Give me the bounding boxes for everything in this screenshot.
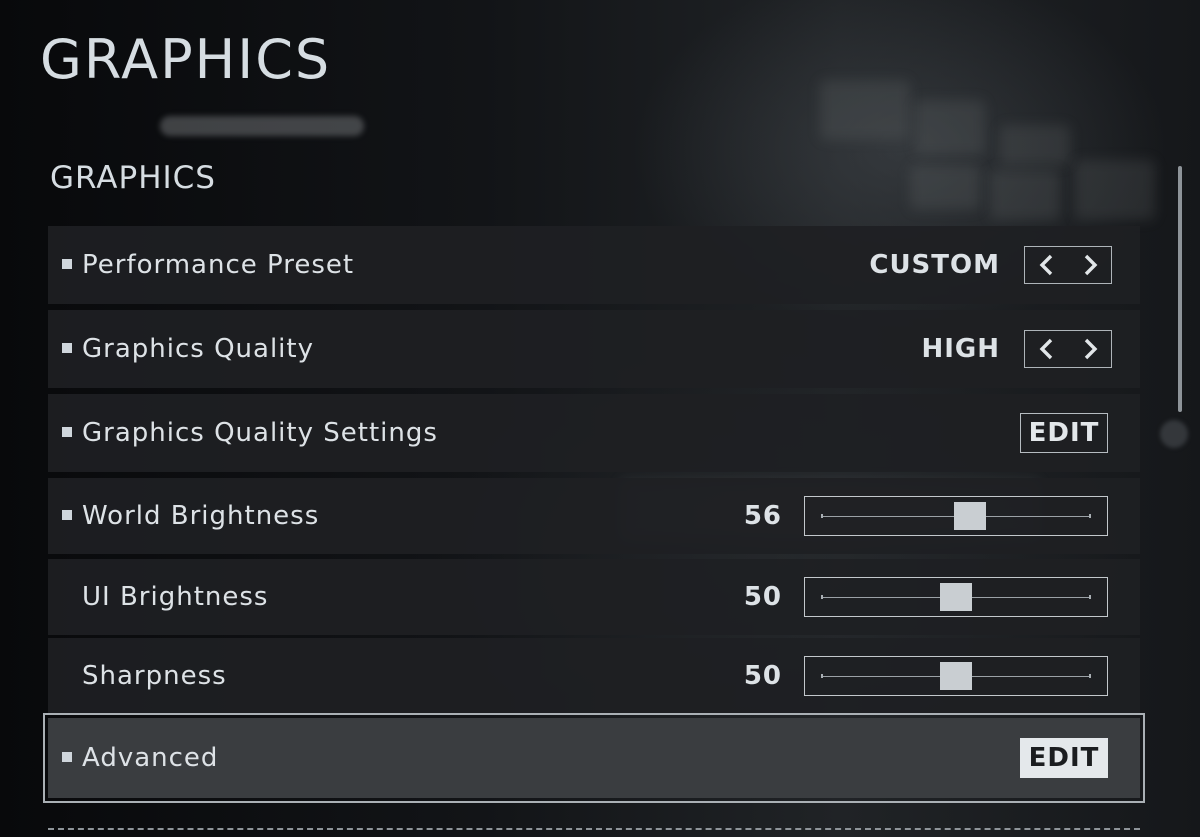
slider-tick xyxy=(1089,674,1091,678)
section-divider xyxy=(48,828,1140,830)
setting-row-performance-preset[interactable]: Performance Preset CUSTOM xyxy=(48,226,1140,304)
setting-label: Advanced xyxy=(82,743,219,773)
setting-value: 50 xyxy=(743,661,782,691)
background-blur xyxy=(820,80,910,140)
setting-label: Sharpness xyxy=(82,661,227,691)
chevron-right-icon[interactable] xyxy=(1075,334,1105,364)
slider-thumb[interactable] xyxy=(940,662,972,690)
setting-row-graphics-quality-settings[interactable]: Graphics Quality Settings EDIT xyxy=(48,394,1140,472)
background-blur xyxy=(1160,420,1188,448)
world-brightness-slider[interactable] xyxy=(804,496,1108,536)
sharpness-slider[interactable] xyxy=(804,656,1108,696)
setting-label: Performance Preset xyxy=(82,250,355,280)
slider-tick xyxy=(1089,595,1091,599)
setting-value: 56 xyxy=(743,501,782,531)
page-title: GRAPHICS xyxy=(40,28,332,91)
quality-selector xyxy=(1024,330,1112,368)
background-blur xyxy=(910,165,980,210)
chevron-right-icon[interactable] xyxy=(1075,250,1105,280)
setting-row-world-brightness[interactable]: World Brightness 56 xyxy=(48,478,1140,554)
title-underline xyxy=(160,116,364,136)
setting-value: 50 xyxy=(743,582,782,612)
bullet-icon xyxy=(62,510,72,520)
bullet-icon xyxy=(62,259,72,269)
slider-thumb[interactable] xyxy=(954,502,987,530)
background-blur xyxy=(990,170,1060,220)
setting-label: Graphics Quality xyxy=(82,334,314,364)
graphics-settings-screen: GRAPHICS GRAPHICS Performance Preset CUS… xyxy=(0,0,1200,837)
section-title: GRAPHICS xyxy=(50,160,216,196)
ui-brightness-slider[interactable] xyxy=(804,577,1108,617)
slider-tick xyxy=(821,674,823,678)
slider-thumb[interactable] xyxy=(940,583,972,611)
setting-label: World Brightness xyxy=(82,501,320,531)
background-blur xyxy=(915,100,985,155)
setting-row-graphics-quality[interactable]: Graphics Quality HIGH xyxy=(48,310,1140,388)
background-blur xyxy=(1000,125,1070,165)
setting-label: UI Brightness xyxy=(82,582,269,612)
bullet-icon xyxy=(62,427,72,437)
bullet-icon xyxy=(62,343,72,353)
chevron-left-icon[interactable] xyxy=(1032,250,1062,280)
setting-row-advanced[interactable]: Advanced EDIT xyxy=(43,713,1145,803)
edit-button[interactable]: EDIT xyxy=(1020,413,1108,453)
setting-row-ui-brightness[interactable]: UI Brightness 50 xyxy=(48,559,1140,635)
chevron-left-icon[interactable] xyxy=(1032,334,1062,364)
slider-tick xyxy=(821,595,823,599)
bullet-icon xyxy=(62,752,72,762)
preset-selector xyxy=(1024,246,1112,284)
scrollbar[interactable] xyxy=(1178,166,1182,412)
slider-tick xyxy=(1089,514,1091,518)
background-blur xyxy=(1075,160,1155,220)
setting-value: CUSTOM xyxy=(869,250,1000,280)
setting-value: HIGH xyxy=(921,334,1000,364)
slider-tick xyxy=(821,514,823,518)
setting-row-sharpness[interactable]: Sharpness 50 xyxy=(48,638,1140,714)
edit-button[interactable]: EDIT xyxy=(1020,738,1108,778)
setting-label: Graphics Quality Settings xyxy=(82,418,438,448)
